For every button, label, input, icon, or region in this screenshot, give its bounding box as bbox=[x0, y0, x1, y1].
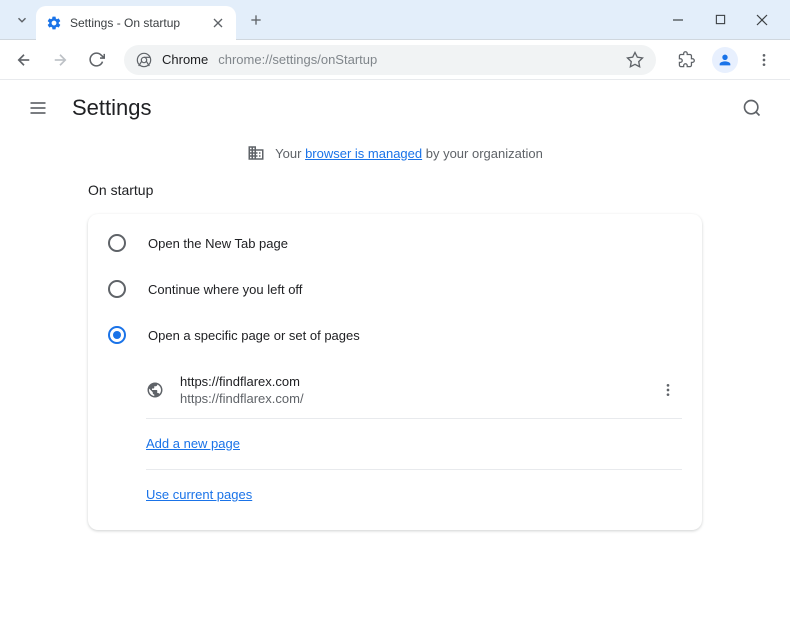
menu-button[interactable] bbox=[750, 46, 778, 74]
settings-header: Settings bbox=[0, 80, 790, 136]
radio-continue[interactable]: Continue where you left off bbox=[88, 266, 702, 312]
address-bar[interactable]: Chrome chrome://settings/onStartup bbox=[124, 45, 656, 75]
browser-tab[interactable]: Settings - On startup bbox=[36, 6, 236, 40]
window-controls bbox=[666, 8, 782, 32]
window-titlebar: Settings - On startup bbox=[0, 0, 790, 40]
extensions-button[interactable] bbox=[672, 46, 700, 74]
forward-button[interactable] bbox=[44, 44, 76, 76]
radio-icon bbox=[108, 234, 126, 252]
managed-text: Your browser is managed by your organiza… bbox=[275, 146, 543, 161]
page-url: https://findflarex.com bbox=[180, 374, 638, 389]
profile-button[interactable] bbox=[712, 47, 738, 73]
tab-search-button[interactable] bbox=[8, 6, 36, 34]
new-tab-button[interactable] bbox=[242, 6, 270, 34]
search-settings-button[interactable] bbox=[734, 90, 770, 126]
section-title: On startup bbox=[88, 182, 702, 198]
startup-card: Open the New Tab page Continue where you… bbox=[88, 214, 702, 530]
startup-page-row: https://findflarex.com https://findflare… bbox=[146, 362, 682, 419]
omnibox-origin-label: Chrome bbox=[162, 52, 208, 67]
radio-label: Open a specific page or set of pages bbox=[148, 328, 360, 343]
chrome-logo-icon bbox=[136, 52, 152, 68]
radio-icon bbox=[108, 326, 126, 344]
back-button[interactable] bbox=[8, 44, 40, 76]
page-full-url: https://findflarex.com/ bbox=[180, 391, 638, 406]
hamburger-menu-button[interactable] bbox=[20, 90, 56, 126]
building-icon bbox=[247, 144, 265, 162]
close-tab-icon[interactable] bbox=[210, 15, 226, 31]
managed-link[interactable]: browser is managed bbox=[305, 146, 422, 161]
bookmark-star-icon[interactable] bbox=[626, 51, 644, 69]
globe-icon bbox=[146, 381, 164, 399]
radio-label: Open the New Tab page bbox=[148, 236, 288, 251]
reload-button[interactable] bbox=[80, 44, 112, 76]
browser-toolbar: Chrome chrome://settings/onStartup bbox=[0, 40, 790, 80]
omnibox-url: chrome://settings/onStartup bbox=[218, 52, 616, 67]
radio-new-tab[interactable]: Open the New Tab page bbox=[88, 220, 702, 266]
page-title: Settings bbox=[72, 95, 152, 121]
add-page-link[interactable]: Add a new page bbox=[146, 436, 240, 451]
tab-title: Settings - On startup bbox=[70, 16, 202, 30]
use-current-link[interactable]: Use current pages bbox=[146, 487, 252, 502]
maximize-button[interactable] bbox=[708, 8, 732, 32]
settings-gear-icon bbox=[46, 15, 62, 31]
radio-label: Continue where you left off bbox=[148, 282, 302, 297]
page-more-button[interactable] bbox=[654, 376, 682, 404]
radio-icon bbox=[108, 280, 126, 298]
managed-banner: Your browser is managed by your organiza… bbox=[0, 136, 790, 170]
close-window-button[interactable] bbox=[750, 8, 774, 32]
radio-specific-pages[interactable]: Open a specific page or set of pages bbox=[88, 312, 702, 358]
minimize-button[interactable] bbox=[666, 8, 690, 32]
